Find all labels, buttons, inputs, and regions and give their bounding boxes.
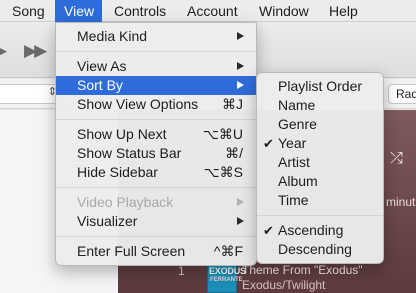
menu-separator bbox=[257, 215, 383, 216]
menu-item-visualizer[interactable]: Visualizer bbox=[56, 212, 256, 231]
menu-item-label: Genre bbox=[278, 116, 317, 132]
view-menu: Media Kind View As Sort By Show View Option… bbox=[55, 22, 257, 266]
menu-item-label: Show Up Next bbox=[77, 126, 167, 142]
radio-tab-label: Rad bbox=[396, 87, 416, 101]
menu-item-enter-full-screen[interactable]: Enter Full Screen ^⌘F bbox=[56, 242, 256, 261]
menu-separator bbox=[56, 187, 256, 188]
keyboard-shortcut: ^⌘F bbox=[213, 243, 243, 259]
menu-account[interactable]: Account bbox=[178, 0, 247, 22]
sort-option-ascending[interactable]: ✔ Ascending bbox=[257, 221, 383, 240]
sort-option-descending[interactable]: Descending bbox=[257, 240, 383, 259]
duration-text: minut bbox=[386, 195, 416, 209]
sort-option-genre[interactable]: Genre bbox=[257, 115, 383, 134]
album-art-title: EXODUS bbox=[209, 266, 246, 276]
album-art[interactable]: EXODUS FERRANTE bbox=[207, 263, 246, 293]
play-icon[interactable]: ▶ bbox=[0, 41, 7, 61]
menu-item-label: Media Kind bbox=[77, 28, 148, 44]
menu-item-label: Descending bbox=[278, 241, 352, 257]
menu-item-label: Sort By bbox=[77, 77, 123, 93]
menu-controls[interactable]: Controls bbox=[105, 0, 175, 22]
keyboard-shortcut: ⌘J bbox=[222, 96, 243, 112]
menu-item-label: Time bbox=[278, 192, 309, 208]
menu-item-media-kind[interactable]: Media Kind bbox=[56, 27, 256, 46]
menu-item-label: Enter Full Screen bbox=[77, 243, 186, 259]
menu-item-view-as[interactable]: View As bbox=[56, 57, 256, 76]
menu-bar: Song View Controls Account Window Help bbox=[0, 0, 416, 22]
menu-item-label: Year bbox=[278, 135, 307, 151]
album-art-subtitle: FERRANTE bbox=[210, 277, 243, 283]
submenu-arrow-icon bbox=[237, 32, 244, 40]
menu-item-hide-sidebar[interactable]: Hide Sidebar ⌥⌘S bbox=[56, 163, 256, 182]
menu-view[interactable]: View bbox=[55, 0, 102, 22]
menu-song[interactable]: Song bbox=[3, 0, 54, 22]
menu-item-show-up-next[interactable]: Show Up Next ⌥⌘U bbox=[56, 125, 256, 144]
menu-separator bbox=[56, 236, 256, 237]
submenu-arrow-icon bbox=[237, 81, 244, 89]
sort-option-artist[interactable]: Artist bbox=[257, 153, 383, 172]
submenu-arrow-icon bbox=[237, 217, 244, 225]
menu-item-label: Album bbox=[278, 173, 318, 189]
menu-item-label: Playlist Order bbox=[278, 78, 363, 94]
menu-item-label: Video Playback bbox=[77, 194, 174, 210]
checkmark-icon: ✔ bbox=[263, 136, 274, 151]
shuffle-icon[interactable]: ⤮ bbox=[390, 150, 403, 168]
keyboard-shortcut: ⌥⌘S bbox=[203, 164, 243, 180]
keyboard-shortcut: ⌥⌘U bbox=[202, 126, 243, 142]
menu-item-show-view-options[interactable]: Show View Options ⌘J bbox=[56, 95, 256, 114]
menu-item-label: Ascending bbox=[278, 222, 344, 238]
sort-option-playlist-order[interactable]: Playlist Order bbox=[257, 77, 383, 96]
sort-option-time[interactable]: Time bbox=[257, 191, 383, 210]
track-number: 1 bbox=[178, 264, 185, 278]
track-title[interactable]: Theme From "Exodus" bbox=[242, 263, 363, 277]
menu-item-label: Hide Sidebar bbox=[77, 164, 158, 180]
menu-item-sort-by[interactable]: Sort By bbox=[56, 76, 256, 95]
submenu-arrow-icon bbox=[237, 198, 244, 206]
sort-option-album[interactable]: Album bbox=[257, 172, 383, 191]
menu-window[interactable]: Window bbox=[250, 0, 318, 22]
sort-by-submenu: Playlist Order Name Genre ✔ Year Artist Album T… bbox=[256, 72, 384, 264]
menu-item-label: Visualizer bbox=[77, 213, 138, 229]
menu-separator bbox=[56, 119, 256, 120]
checkmark-icon: ✔ bbox=[263, 223, 274, 238]
track-subtitle[interactable]: Exodus/Twilight bbox=[242, 278, 325, 292]
menu-item-label: Show Status Bar bbox=[77, 145, 182, 161]
menu-item-label: View As bbox=[77, 58, 127, 74]
menu-separator bbox=[56, 51, 256, 52]
menu-item-label: Artist bbox=[278, 154, 310, 170]
menu-help[interactable]: Help bbox=[320, 0, 367, 22]
sort-option-name[interactable]: Name bbox=[257, 96, 383, 115]
submenu-arrow-icon bbox=[237, 62, 244, 70]
menu-item-label: Name bbox=[278, 97, 316, 113]
keyboard-shortcut: ⌘/ bbox=[225, 145, 243, 161]
radio-tab[interactable]: Rad bbox=[388, 84, 416, 104]
menu-item-show-status-bar[interactable]: Show Status Bar ⌘/ bbox=[56, 144, 256, 163]
menu-item-label: Show View Options bbox=[77, 96, 199, 112]
menu-item-video-playback: Video Playback bbox=[56, 193, 256, 212]
sort-option-year[interactable]: ✔ Year bbox=[257, 134, 383, 153]
fast-forward-icon[interactable]: ▶▶ bbox=[24, 41, 47, 61]
